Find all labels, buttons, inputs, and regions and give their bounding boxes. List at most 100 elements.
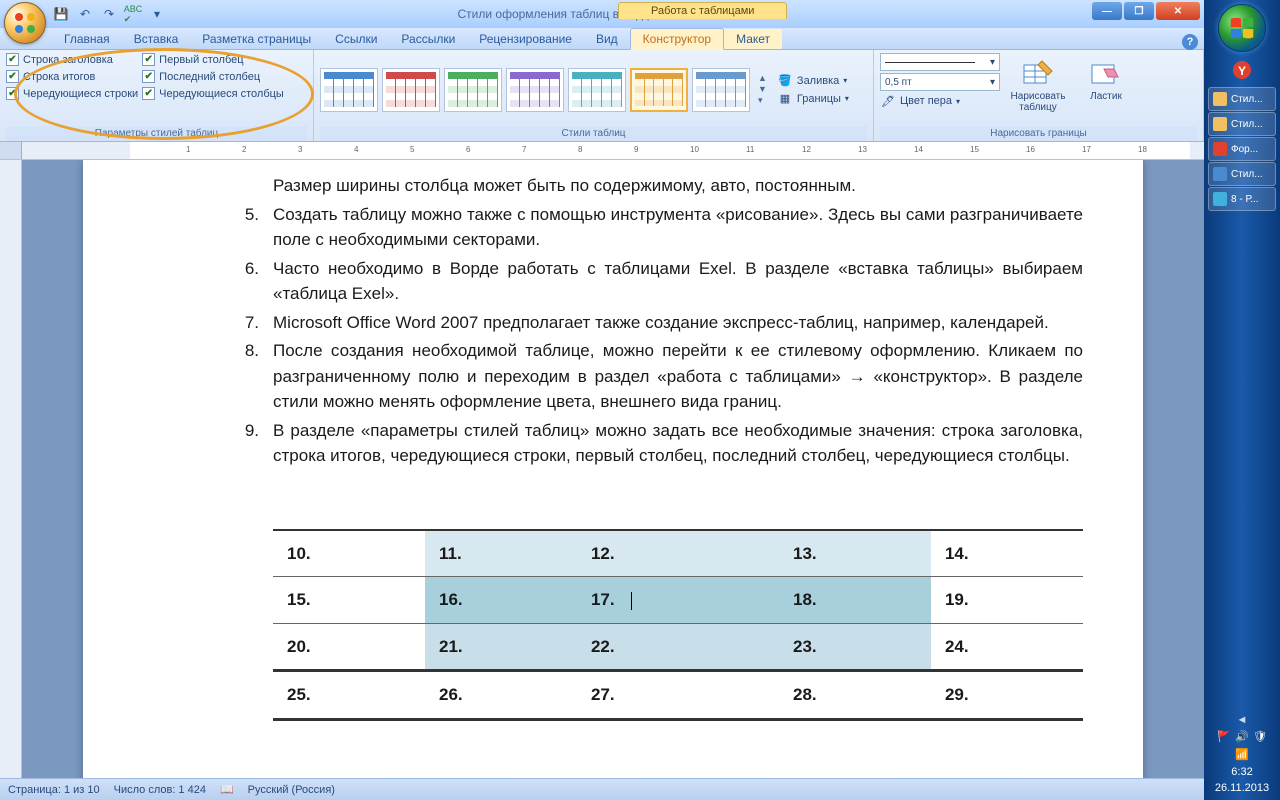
ribbon: ✔Строка заголовка ✔Строка итогов ✔Череду… [0, 50, 1204, 142]
office-button[interactable] [4, 2, 46, 44]
table-cell[interactable]: 24. [931, 623, 1083, 671]
table-cell[interactable]: 25. [273, 671, 425, 720]
table-row[interactable]: 15.16.17.18.19. [273, 577, 1083, 624]
gallery-more-icon[interactable]: ▾ [758, 95, 767, 106]
table-styles-gallery [320, 68, 750, 112]
table-cell[interactable]: 11. [425, 530, 577, 577]
tab-layout[interactable]: Разметка страницы [190, 29, 323, 49]
table-style-thumb[interactable] [506, 68, 564, 112]
table-cell[interactable]: 20. [273, 623, 425, 671]
page-viewport[interactable]: Размер ширины столбца может быть по соде… [22, 160, 1204, 778]
tray-flag-icon[interactable]: 🚩 [1217, 730, 1231, 744]
vertical-ruler[interactable] [0, 160, 22, 778]
status-proof-icon[interactable]: 📖 [220, 783, 234, 796]
table-style-thumb[interactable] [320, 68, 378, 112]
close-button[interactable]: ✕ [1156, 2, 1200, 20]
opt-total-row[interactable]: ✔Строка итогов [6, 70, 138, 83]
taskbar-item[interactable]: Фор... [1208, 137, 1276, 161]
table-cell[interactable]: 16. [425, 577, 577, 624]
bucket-icon: 🪣 [777, 73, 793, 89]
opt-last-col[interactable]: ✔Последний столбец [142, 70, 284, 83]
table-cell[interactable]: 28. [779, 671, 931, 720]
svg-text:Y: Y [1238, 64, 1246, 78]
taskbar-item[interactable]: Стил... [1208, 112, 1276, 136]
table-cell[interactable]: 15. [273, 577, 425, 624]
line-style-select[interactable]: ▾ [880, 53, 1000, 71]
status-words[interactable]: Число слов: 1 424 [114, 784, 206, 796]
document-table[interactable]: 10.11.12.13.14.15.16.17.18.19.20.21.22.2… [273, 529, 1083, 721]
tray-shield-icon[interactable]: 🛡 [1253, 730, 1267, 744]
taskbar-item[interactable]: Стил... [1208, 162, 1276, 186]
table-cell[interactable]: 12. [577, 530, 779, 577]
spellcheck-icon[interactable]: ABC✔ [124, 5, 142, 23]
qat-dropdown-icon[interactable]: ▾ [148, 5, 166, 23]
ql-yandex-icon[interactable]: Y [1232, 60, 1252, 80]
borders-button[interactable]: ▦Границы▾ [777, 91, 849, 107]
tab-review[interactable]: Рецензирование [467, 29, 584, 49]
redo-icon[interactable]: ↷ [100, 5, 118, 23]
tab-design[interactable]: Конструктор [630, 28, 724, 50]
page: Размер ширины столбца может быть по соде… [83, 160, 1143, 778]
opt-banded-cols[interactable]: ✔Чередующиеся столбцы [142, 87, 284, 100]
gallery-down-icon[interactable]: ▼ [758, 84, 767, 94]
table-cell[interactable]: 21. [425, 623, 577, 671]
windows-taskbar: Y Стил...Стил...Фор...Стил...8 - Р... ◄ … [1204, 0, 1280, 800]
horizontal-ruler[interactable]: 123456789101112131415161718 [0, 142, 1204, 160]
table-cell[interactable]: 14. [931, 530, 1083, 577]
table-cell[interactable]: 22. [577, 623, 779, 671]
status-lang[interactable]: Русский (Россия) [248, 784, 335, 796]
table-row[interactable]: 25.26.27.28.29. [273, 671, 1083, 720]
table-cell[interactable]: 18. [779, 577, 931, 624]
table-cell[interactable]: 17. [577, 577, 779, 624]
maximize-button[interactable]: ❐ [1124, 2, 1154, 20]
table-cell[interactable]: 26. [425, 671, 577, 720]
tab-references[interactable]: Ссылки [323, 29, 389, 49]
table-style-thumb[interactable] [630, 68, 688, 112]
eraser-button[interactable]: Ластик [1076, 53, 1136, 102]
shading-button[interactable]: 🪣Заливка▾ [777, 73, 849, 89]
tab-view[interactable]: Вид [584, 29, 630, 49]
tray-date[interactable]: 26.11.2013 [1215, 782, 1269, 794]
table-cell[interactable]: 27. [577, 671, 779, 720]
opt-banded-rows[interactable]: ✔Чередующиеся строки [6, 87, 138, 100]
table-style-thumb[interactable] [568, 68, 626, 112]
help-icon[interactable]: ? [1182, 34, 1198, 50]
opt-header-row[interactable]: ✔Строка заголовка [6, 53, 138, 66]
tray-time[interactable]: 6:32 [1231, 766, 1252, 778]
quick-access-toolbar: 💾 ↶ ↷ ABC✔ ▾ [52, 5, 166, 23]
table-cell[interactable]: 29. [931, 671, 1083, 720]
doc-line4: Размер ширины столбца может быть по соде… [273, 173, 1083, 199]
table-style-thumb[interactable] [382, 68, 440, 112]
tab-home[interactable]: Главная [52, 29, 122, 49]
table-style-thumb[interactable] [444, 68, 502, 112]
tray-volume-icon[interactable]: 🔊 [1235, 730, 1249, 744]
save-icon[interactable]: 💾 [52, 5, 70, 23]
taskbar-item[interactable]: 8 - Р... [1208, 187, 1276, 211]
table-cell[interactable]: 13. [779, 530, 931, 577]
undo-icon[interactable]: ↶ [76, 5, 94, 23]
pen-color-button[interactable]: 🖊Цвет пера▾ [880, 93, 1000, 109]
doc-p9: 9.В разделе «параметры стилей таблиц» мо… [273, 418, 1083, 469]
table-cell[interactable]: 10. [273, 530, 425, 577]
table-row[interactable]: 20.21.22.23.24. [273, 623, 1083, 671]
table-cell[interactable]: 19. [931, 577, 1083, 624]
draw-table-button[interactable]: Нарисовать таблицу [1008, 53, 1068, 113]
table-row[interactable]: 10.11.12.13.14. [273, 530, 1083, 577]
tab-insert[interactable]: Вставка [122, 29, 191, 49]
tray-network-icon[interactable]: 📶 [1235, 748, 1249, 762]
table-cell[interactable]: 23. [779, 623, 931, 671]
minimize-button[interactable]: — [1092, 2, 1122, 20]
tray-expand-icon[interactable]: ◄ [1237, 714, 1248, 726]
table-style-thumb[interactable] [692, 68, 750, 112]
start-button[interactable] [1218, 4, 1266, 52]
eraser-icon [1090, 57, 1122, 89]
opt-first-col[interactable]: ✔Первый столбец [142, 53, 284, 66]
taskbar-item[interactable]: Стил... [1208, 87, 1276, 111]
line-weight-select[interactable]: 0,5 пт▾ [880, 73, 1000, 91]
group-label-draw: Нарисовать границы [880, 126, 1197, 141]
doc-p6: 6.Часто необходимо в Ворде работать с та… [273, 256, 1083, 307]
tab-mailings[interactable]: Рассылки [389, 29, 467, 49]
status-page[interactable]: Страница: 1 из 10 [8, 784, 100, 796]
tab-tablelayout[interactable]: Макет [724, 29, 782, 49]
gallery-up-icon[interactable]: ▲ [758, 73, 767, 83]
